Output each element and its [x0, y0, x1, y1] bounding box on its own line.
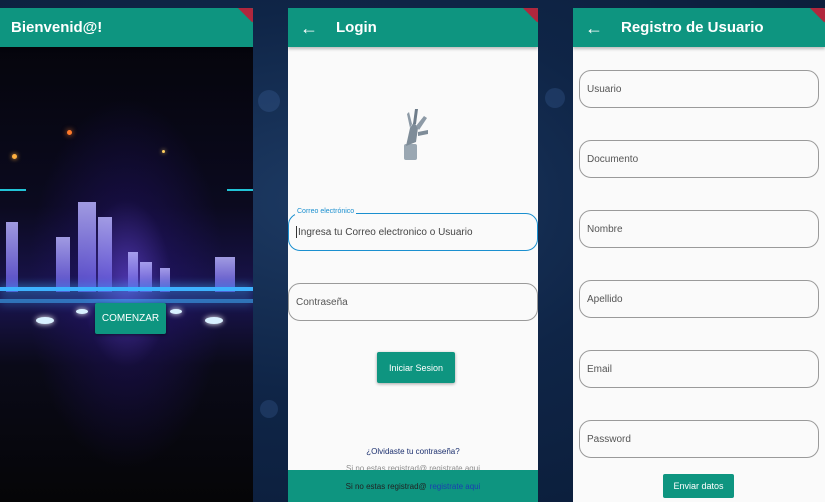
city-tower — [78, 202, 96, 292]
nombre-field[interactable]: Nombre — [579, 210, 819, 248]
back-arrow-icon[interactable]: ← — [300, 19, 318, 37]
light-streak — [0, 189, 26, 191]
email-field-label: Correo electrónico — [295, 208, 357, 215]
email-field[interactable]: Correo electrónico Ingresa tu Correo ele… — [288, 208, 538, 251]
apellido-field-placeholder: Apellido — [587, 293, 623, 305]
documento-field-placeholder: Documento — [587, 153, 639, 165]
bottom-register-bar: Si no estas registrad@ registrate aqui — [288, 470, 538, 502]
light-spot — [12, 154, 17, 159]
background-bokeh — [260, 400, 278, 418]
register-prompt: Si no estas registrad@ — [345, 481, 427, 491]
city-tower — [128, 252, 138, 292]
documento-field[interactable]: Documento — [579, 140, 819, 178]
ground-lamp — [205, 317, 223, 324]
forgot-password-link[interactable]: ¿Olvidaste tu contraseña? — [288, 447, 538, 456]
light-rail — [0, 287, 253, 291]
password-field[interactable]: Contraseña — [288, 283, 538, 321]
city-background-image — [0, 47, 253, 502]
ground-lamp — [36, 317, 54, 324]
start-button[interactable]: COMENZAR — [95, 303, 166, 334]
app-bar: ← Registro de Usuario — [573, 8, 825, 47]
app-bar: Bienvenid@! — [0, 8, 253, 47]
page-title: Bienvenid@! — [11, 19, 103, 36]
page-title: Registro de Usuario — [621, 19, 764, 36]
city-tower — [98, 217, 112, 292]
robot-hand-illustration — [404, 109, 428, 160]
password-field-placeholder: Password — [587, 433, 631, 445]
page-title: Login — [336, 19, 377, 36]
welcome-screen: Bienvenid@! COMENZAR — [0, 8, 253, 502]
submit-button[interactable]: Enviar datos — [663, 474, 734, 498]
email-field-placeholder: Email — [587, 363, 613, 375]
light-spot — [162, 150, 165, 153]
email-field-placeholder: Ingresa tu Correo electronico o Usuario — [298, 226, 473, 238]
login-button[interactable]: Iniciar Sesion — [377, 352, 455, 383]
background-bokeh — [258, 90, 280, 112]
usuario-field[interactable]: Usuario — [579, 70, 819, 108]
debug-banner — [521, 8, 538, 23]
password-field[interactable]: Password — [579, 420, 819, 458]
usuario-field-placeholder: Usuario — [587, 83, 622, 95]
ground-lamp — [76, 309, 88, 314]
password-field-placeholder: Contraseña — [296, 296, 348, 308]
register-link[interactable]: registrate aqui — [430, 482, 481, 491]
debug-banner — [808, 8, 825, 23]
city-tower — [6, 222, 18, 292]
app-bar: ← Login — [288, 8, 538, 47]
login-screen: ← Login Correo electrónico Ingresa tu Co… — [288, 8, 538, 502]
nombre-field-placeholder: Nombre — [587, 223, 623, 235]
light-streak — [227, 189, 253, 191]
city-tower — [56, 237, 70, 292]
email-field[interactable]: Email — [579, 350, 819, 388]
debug-banner — [236, 8, 253, 23]
ground-lamp — [170, 309, 182, 314]
back-arrow-icon[interactable]: ← — [585, 19, 603, 37]
apellido-field[interactable]: Apellido — [579, 280, 819, 318]
register-screen: ← Registro de Usuario Usuario Documento … — [573, 8, 825, 502]
light-spot — [67, 130, 72, 135]
background-bokeh — [545, 88, 565, 108]
text-cursor — [296, 226, 297, 238]
